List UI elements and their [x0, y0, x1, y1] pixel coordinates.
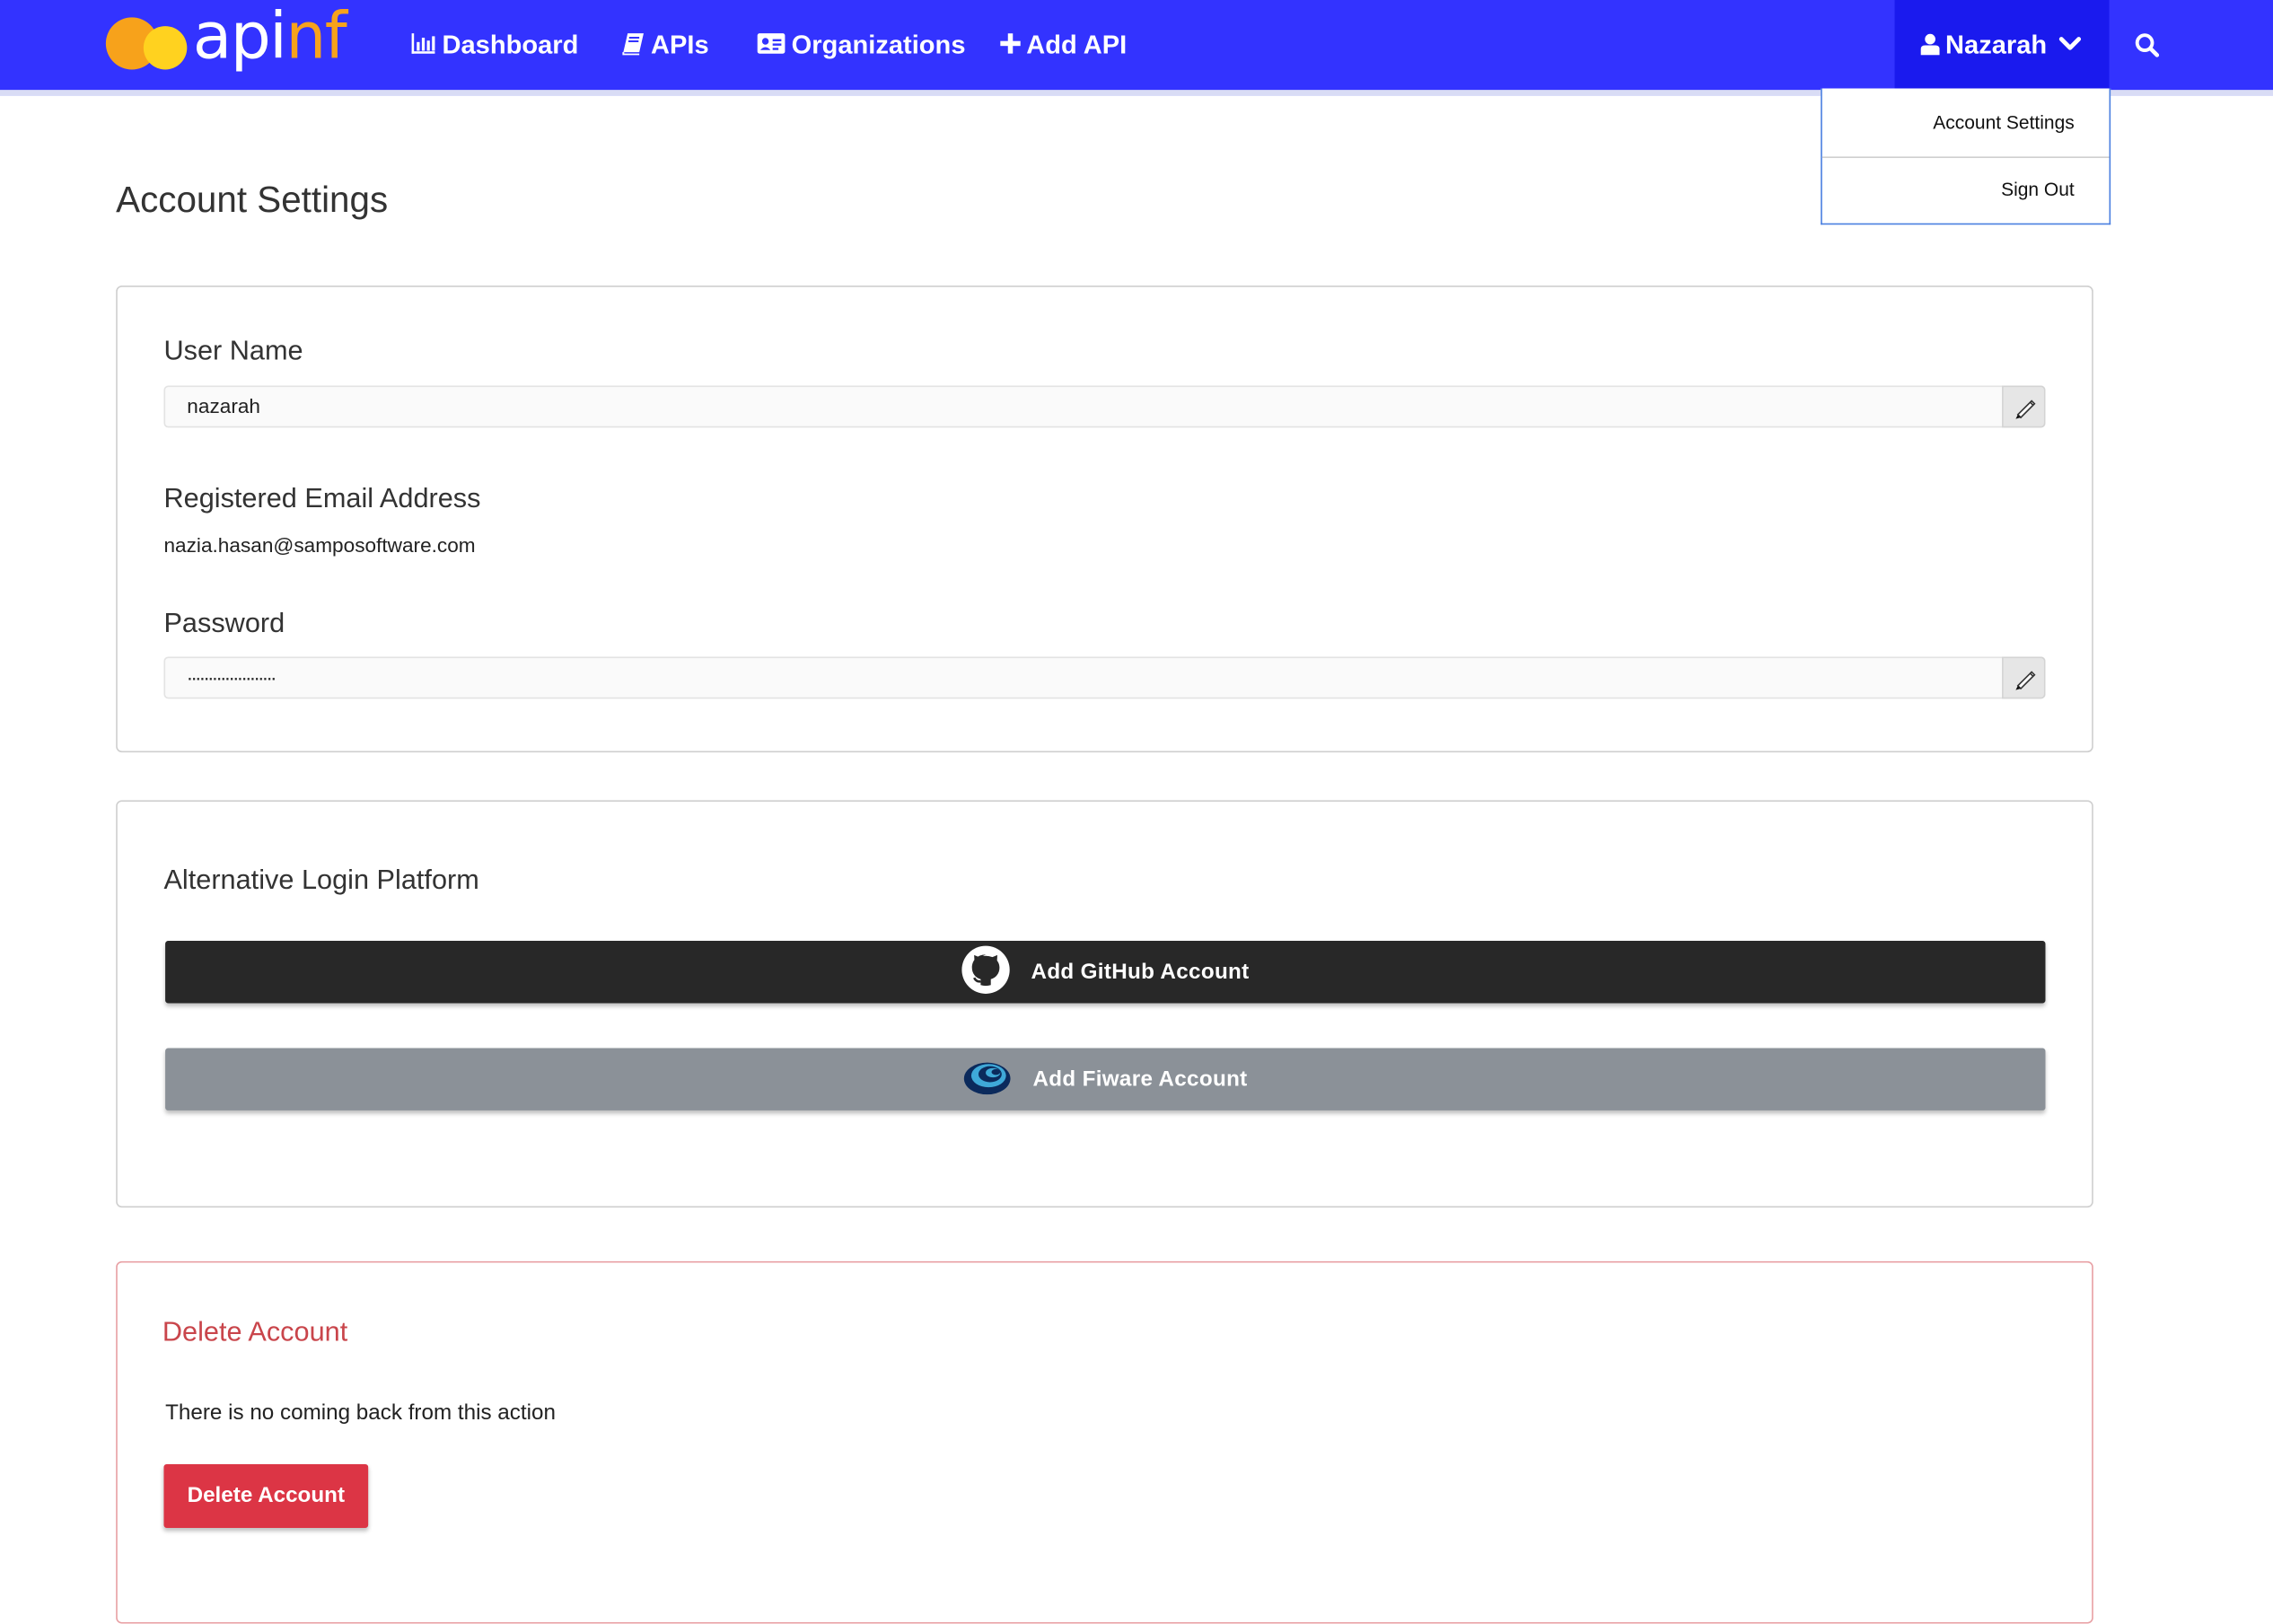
fiware-button-label: Add Fiware Account — [1032, 1067, 1248, 1092]
edit-username-button[interactable] — [2002, 385, 2046, 428]
alternative-login-heading: Alternative Login Platform — [163, 865, 479, 896]
alternative-login-panel: Alternative Login Platform Add GitHub Ac… — [116, 800, 2093, 1208]
username-value: nazarah — [187, 394, 261, 418]
username-label: User Name — [163, 336, 303, 367]
pencil-icon — [2015, 671, 2036, 690]
nav-organizations-label: Organizations — [791, 30, 966, 60]
logo-text-inf: nf — [285, 0, 347, 75]
edit-password-button[interactable] — [2002, 656, 2046, 699]
password-label: Password — [163, 609, 285, 640]
github-button-label: Add GitHub Account — [1031, 959, 1250, 985]
user-name: Nazarah — [1945, 30, 2048, 60]
plus-icon — [1000, 33, 1021, 55]
logo-yellow-dot — [143, 26, 188, 70]
menu-item-account-settings[interactable]: Account Settings — [1933, 111, 2075, 133]
app-window: apinf Dashboard APIs Organizations Add A… — [0, 0, 2273, 1624]
delete-account-heading: Delete Account — [162, 1317, 348, 1348]
github-button-content: Add GitHub Account — [165, 941, 2045, 1003]
nav-add-api-label: Add API — [1026, 30, 1128, 60]
nav-apis[interactable]: APIs — [622, 0, 709, 90]
user-icon — [1920, 33, 1940, 56]
email-value: nazia.hasan@samposoftware.com — [163, 533, 476, 557]
user-dropdown-menu: Account Settings Sign Out — [1821, 88, 2111, 225]
nav-organizations[interactable]: Organizations — [757, 0, 966, 90]
github-icon — [961, 945, 1011, 994]
page-title: Account Settings — [116, 180, 389, 221]
password-field[interactable]: ..................... — [163, 656, 2046, 699]
pencil-icon — [2015, 399, 2036, 419]
logo-text-api: api — [192, 0, 287, 75]
username-field[interactable]: nazarah — [163, 385, 2046, 428]
book-icon — [622, 33, 644, 56]
apinf-logo[interactable]: apinf — [105, 0, 367, 81]
id-card-icon — [757, 33, 785, 55]
nav-apis-label: APIs — [651, 30, 709, 60]
profile-panel: User Name nazarah Registered Email Addre… — [116, 285, 2093, 753]
chevron-down-icon — [2058, 37, 2082, 50]
search-icon — [2135, 33, 2160, 57]
add-fiware-account-button[interactable]: Add Fiware Account — [165, 1048, 2046, 1110]
nav-dashboard-label: Dashboard — [442, 30, 579, 60]
fiware-icon — [964, 1062, 1012, 1095]
fiware-button-content: Add Fiware Account — [165, 1049, 2045, 1110]
delete-account-button[interactable]: Delete Account — [163, 1463, 369, 1528]
menu-divider — [1821, 156, 2110, 159]
search-button[interactable] — [2134, 32, 2160, 58]
email-label: Registered Email Address — [163, 484, 481, 515]
menu-item-sign-out[interactable]: Sign Out — [2001, 179, 2075, 200]
nav-dashboard[interactable]: Dashboard — [410, 0, 578, 90]
delete-account-panel: Delete Account There is no coming back f… — [116, 1260, 2093, 1624]
top-navbar: apinf Dashboard APIs Organizations Add A… — [0, 0, 2273, 96]
logo-text: apinf — [192, 0, 347, 75]
add-github-account-button[interactable]: Add GitHub Account — [165, 941, 2046, 1004]
nav-add-api[interactable]: Add API — [1000, 0, 1127, 90]
bar-chart-icon — [411, 33, 435, 55]
user-menu-toggle[interactable]: Nazarah — [1894, 0, 2110, 91]
delete-account-warning: There is no coming back from this action — [165, 1400, 556, 1426]
password-value: ..................... — [187, 661, 276, 685]
